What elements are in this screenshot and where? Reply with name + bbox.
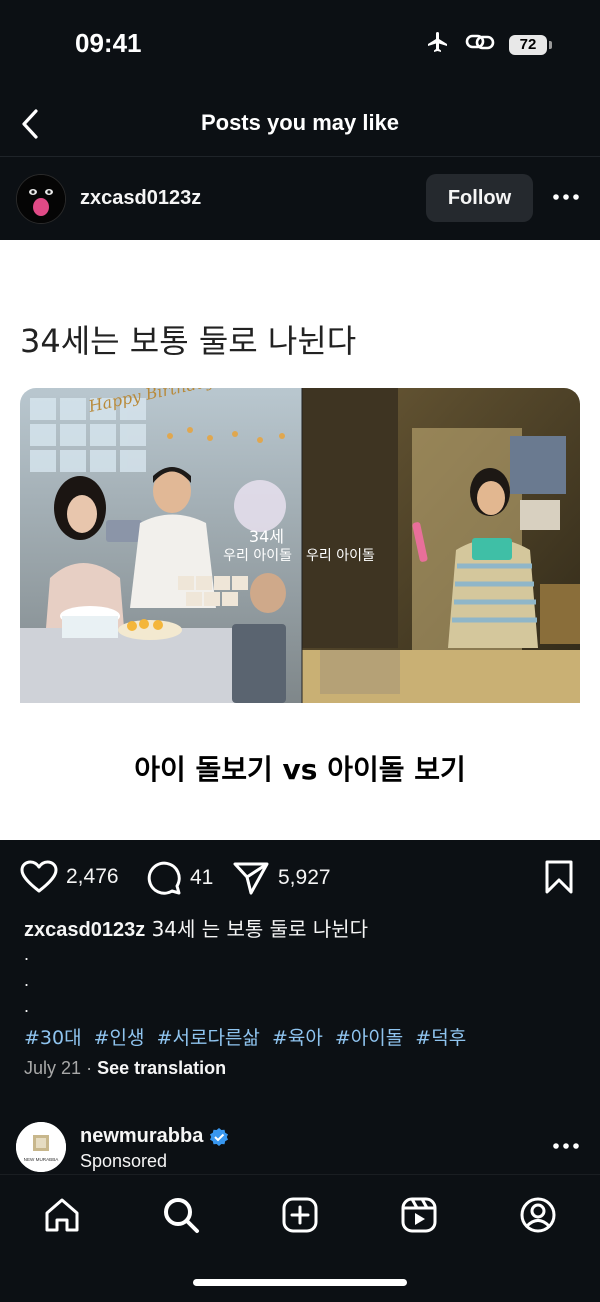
tab-search[interactable] [159, 1193, 203, 1237]
caption-dot: . [24, 970, 30, 990]
bookmark-icon [545, 860, 573, 894]
hashtag-link[interactable]: #육아 [272, 1027, 323, 1049]
comment-button[interactable]: 41 [146, 860, 213, 896]
sponsored-logo-text: NEW MURABBA [24, 1157, 60, 1162]
tab-reels[interactable] [397, 1193, 441, 1237]
search-icon [164, 1198, 199, 1233]
hashtag-link[interactable]: #아이돌 [335, 1027, 403, 1049]
media-caption: 아이 돌보기 vs 아이돌 보기 [134, 753, 466, 786]
see-translation-link[interactable]: See translation [97, 1058, 226, 1078]
tab-profile[interactable] [516, 1193, 560, 1237]
top-nav: Posts you may like [0, 92, 600, 157]
hashtag-link[interactable]: #30대 [24, 1027, 82, 1049]
reels-icon [401, 1197, 437, 1233]
more-icon [553, 1143, 579, 1149]
more-options-button[interactable] [549, 184, 583, 210]
media-overlay-left: 34세 [249, 527, 284, 546]
tab-create[interactable] [278, 1193, 322, 1237]
battery-level: 72 [509, 34, 547, 55]
save-button[interactable] [544, 860, 574, 894]
comment-count: 41 [190, 866, 214, 889]
post-actions: 2,476 41 5,927 [0, 840, 600, 916]
hashtag-list: #30대 #인생 #서로다른삶 #육아 #아이돌 #덕후 [24, 1023, 472, 1050]
post-caption: zxcasd0123z 34세 는 보통 둘로 나뉜다 [24, 913, 368, 942]
tab-home[interactable] [40, 1193, 84, 1237]
post-header: zxcasd0123z Follow [0, 158, 600, 240]
comment-icon [147, 861, 181, 895]
more-icon [553, 194, 579, 200]
sponsored-label: Sponsored [80, 1151, 168, 1171]
status-icons: 72 [425, 30, 552, 59]
post-media[interactable]: 34세는 보통 둘로 나뉜다 Happy Birthday 34세 우리 아이돌… [0, 240, 600, 840]
media-title: 34세는 보통 둘로 나뉜다 [20, 322, 357, 360]
like-button[interactable]: 2,476 [20, 860, 119, 894]
like-count: 2,476 [66, 865, 119, 888]
home-indicator[interactable] [193, 1279, 407, 1286]
follow-button[interactable]: Follow [426, 174, 533, 222]
page-title: Posts you may like [200, 110, 400, 135]
heart-icon [20, 860, 58, 893]
hashtag-link[interactable]: #서로다른삶 [157, 1027, 260, 1049]
caption-text: 34세 는 보통 둘로 나뉜다 [151, 917, 369, 941]
airplane-icon [425, 30, 451, 59]
sponsored-name-row[interactable]: newmurabba [80, 1125, 229, 1148]
sponsored-more-button[interactable] [549, 1133, 583, 1159]
hashtag-link[interactable]: #덕후 [415, 1027, 466, 1049]
profile-icon [520, 1197, 556, 1233]
media-overlay-right: 우리 아이돌 [306, 548, 375, 564]
verified-badge-icon [210, 1127, 229, 1146]
hashtag-link[interactable]: #인생 [94, 1027, 145, 1049]
add-post-icon [282, 1197, 318, 1233]
link-icon [465, 31, 495, 58]
status-time: 09:41 [75, 28, 142, 58]
media-image: Happy Birthday 34세 우리 아이돌 우리 아이돌 [20, 388, 580, 703]
sponsored-avatar[interactable]: NEW MURABBA [16, 1122, 66, 1172]
separator-dot: · [86, 1058, 98, 1078]
send-icon [233, 862, 269, 895]
share-count: 5,927 [278, 866, 331, 889]
post-date: July 21 [24, 1058, 82, 1078]
battery-icon: 72 [509, 34, 552, 55]
sponsored-username[interactable]: newmurabba [80, 1125, 203, 1148]
share-button[interactable]: 5,927 [232, 860, 331, 896]
caption-dot: . [24, 996, 30, 1016]
caption-dot: . [24, 944, 30, 964]
home-icon [45, 1198, 79, 1232]
post-meta: July 21 · See translation [24, 1058, 226, 1079]
post-username[interactable]: zxcasd0123z [80, 187, 201, 210]
avatar[interactable] [16, 174, 66, 224]
media-overlay-left-sub: 우리 아이돌 [223, 548, 292, 564]
caption-username[interactable]: zxcasd0123z [24, 919, 145, 941]
